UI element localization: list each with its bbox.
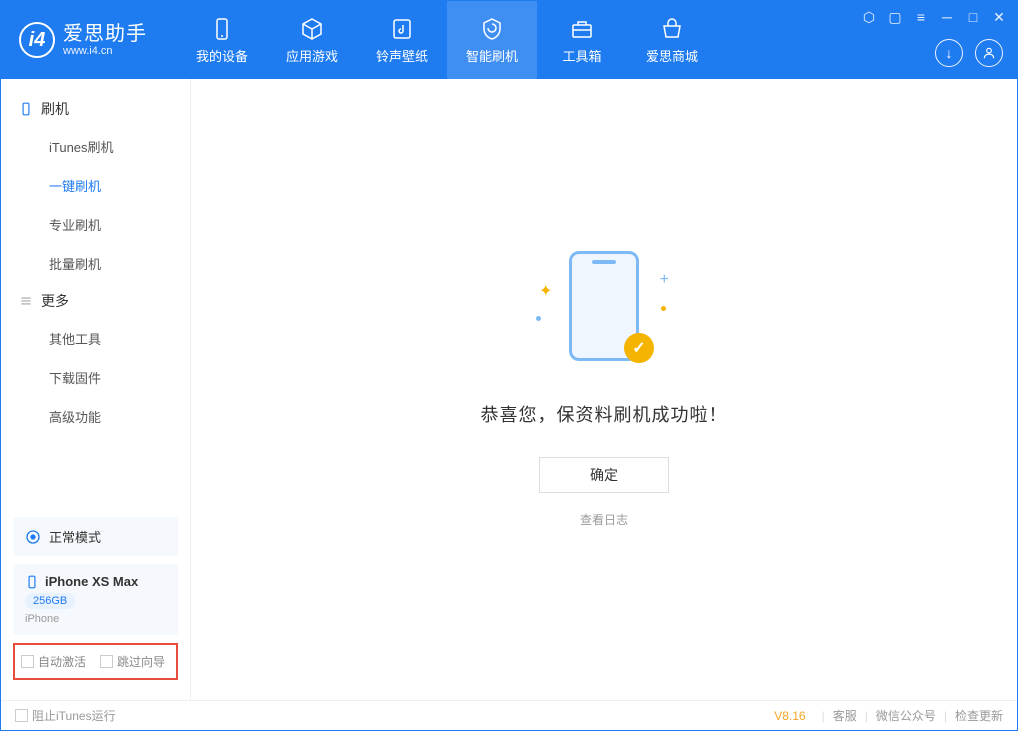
store-icon	[659, 16, 685, 42]
user-button[interactable]	[975, 39, 1003, 67]
nav-tab-toolbox[interactable]: 工具箱	[537, 1, 627, 79]
sidebar-bottom: 正常模式 iPhone XS Max 256GB iPhone 自动激活 跳过向…	[1, 509, 190, 688]
checkbox-label: 阻止iTunes运行	[32, 707, 116, 724]
update-link[interactable]: 检查更新	[955, 707, 1003, 724]
phone-icon	[19, 102, 33, 116]
nav-label: 我的设备	[196, 46, 248, 65]
nav-label: 铃声壁纸	[376, 46, 428, 65]
success-message: 恭喜您，保资料刷机成功啦！	[481, 401, 728, 427]
sidebar-item-batch[interactable]: 批量刷机	[1, 244, 190, 283]
nav-tabs: 我的设备 应用游戏 铃声壁纸 智能刷机 工具箱 爱思商城	[177, 1, 717, 79]
window-controls: ⬡ ▢ ≡ ─ □ ✕	[861, 9, 1007, 25]
sidebar-item-advanced[interactable]: 高级功能	[1, 397, 190, 436]
sidebar-item-pro[interactable]: 专业刷机	[1, 205, 190, 244]
nav-tab-flash[interactable]: 智能刷机	[447, 1, 537, 79]
checkbox-label: 跳过向导	[117, 653, 165, 670]
music-icon	[389, 16, 415, 42]
support-link[interactable]: 客服	[833, 707, 857, 724]
footer-right: V8.16 | 客服 | 微信公众号 | 检查更新	[774, 707, 1003, 724]
checkbox-block-itunes[interactable]: 阻止iTunes运行	[15, 707, 116, 724]
sparkle-icon: +	[660, 271, 669, 289]
download-button[interactable]: ↓	[935, 39, 963, 67]
success-illustration: ✦ + ✓	[534, 251, 674, 371]
device-icon	[209, 16, 235, 42]
checkbox-box	[100, 655, 113, 668]
device-name: iPhone XS Max	[25, 574, 166, 589]
dot-icon	[661, 306, 666, 311]
nav-label: 智能刷机	[466, 46, 518, 65]
sidebar-item-other[interactable]: 其他工具	[1, 319, 190, 358]
main-content: ✦ + ✓ 恭喜您，保资料刷机成功啦！ 确定 查看日志	[191, 79, 1017, 700]
app-logo: i4 爱思助手 www.i4.cn	[19, 22, 147, 58]
checkbox-auto-activate[interactable]: 自动激活	[21, 653, 86, 670]
app-body: 刷机 iTunes刷机 一键刷机 专业刷机 批量刷机 更多 其他工具 下载固件 …	[1, 79, 1017, 700]
device-storage: 256GB	[25, 593, 75, 609]
nav-tab-store[interactable]: 爱思商城	[627, 1, 717, 79]
nav-label: 应用游戏	[286, 46, 338, 65]
note-icon[interactable]: ▢	[887, 9, 903, 25]
mode-card[interactable]: 正常模式	[13, 517, 178, 556]
view-log-link[interactable]: 查看日志	[580, 511, 628, 528]
header-actions: ↓	[935, 39, 1003, 67]
app-title: 爱思助手	[63, 23, 147, 45]
toolbox-icon	[569, 16, 595, 42]
checkbox-box	[21, 655, 34, 668]
nav-label: 工具箱	[562, 46, 601, 65]
sidebar: 刷机 iTunes刷机 一键刷机 专业刷机 批量刷机 更多 其他工具 下载固件 …	[1, 79, 191, 700]
sidebar-section-more: 更多	[1, 283, 190, 319]
checkbox-box	[15, 709, 28, 722]
checkbox-highlight: 自动激活 跳过向导	[13, 643, 178, 680]
checkbox-label: 自动激活	[38, 653, 86, 670]
logo-icon: i4	[19, 22, 55, 58]
app-header: i4 爱思助手 www.i4.cn 我的设备 应用游戏 铃声壁纸 智能刷机 工具…	[1, 1, 1017, 79]
ok-button[interactable]: 确定	[539, 457, 669, 493]
shirt-icon[interactable]: ⬡	[861, 9, 877, 25]
shield-icon	[479, 16, 505, 42]
sparkle-icon: ✦	[539, 281, 552, 301]
maximize-button[interactable]: □	[965, 9, 981, 25]
nav-tab-apps[interactable]: 应用游戏	[267, 1, 357, 79]
nav-label: 爱思商城	[646, 46, 698, 65]
footer: 阻止iTunes运行 V8.16 | 客服 | 微信公众号 | 检查更新	[1, 700, 1017, 730]
app-url: www.i4.cn	[63, 45, 147, 57]
checkbox-skip-guide[interactable]: 跳过向导	[100, 653, 165, 670]
sidebar-item-itunes[interactable]: iTunes刷机	[1, 127, 190, 166]
sidebar-item-oneclick[interactable]: 一键刷机	[1, 166, 190, 205]
nav-tab-device[interactable]: 我的设备	[177, 1, 267, 79]
mode-icon	[25, 529, 41, 545]
version-label: V8.16	[774, 709, 805, 723]
section-title: 更多	[41, 291, 69, 311]
list-icon	[19, 294, 33, 308]
device-icon	[25, 575, 39, 589]
dot-icon	[536, 316, 541, 321]
minimize-button[interactable]: ─	[939, 9, 955, 25]
nav-tab-ringtone[interactable]: 铃声壁纸	[357, 1, 447, 79]
menu-icon[interactable]: ≡	[913, 9, 929, 25]
device-type: iPhone	[25, 613, 166, 625]
wechat-link[interactable]: 微信公众号	[876, 707, 936, 724]
cube-icon	[299, 16, 325, 42]
section-title: 刷机	[41, 99, 69, 119]
check-icon: ✓	[624, 333, 654, 363]
sidebar-item-firmware[interactable]: 下载固件	[1, 358, 190, 397]
close-button[interactable]: ✕	[991, 9, 1007, 25]
device-card[interactable]: iPhone XS Max 256GB iPhone	[13, 564, 178, 635]
sidebar-section-flash: 刷机	[1, 91, 190, 127]
mode-label: 正常模式	[49, 527, 101, 546]
